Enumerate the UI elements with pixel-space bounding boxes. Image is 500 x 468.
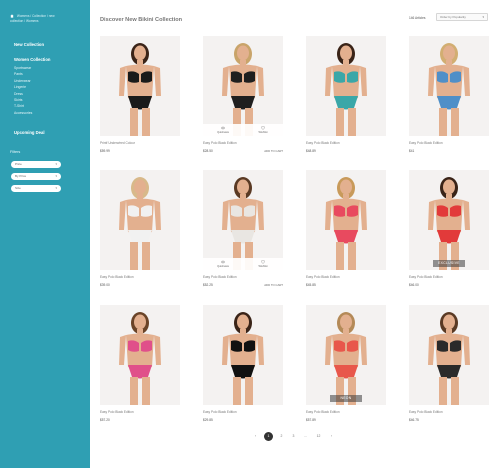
sort-select[interactable]: Order by Popularity ▾ (436, 13, 488, 21)
article-count: 146 Articles (409, 16, 426, 20)
breadcrumb: Womens / Collection / new collection / W… (10, 14, 55, 24)
product-image[interactable] (409, 305, 489, 405)
chevron-down-icon: ▾ (55, 186, 57, 190)
product-actions: Quickview Wishlist (203, 124, 283, 136)
product-price: $39.00 (100, 283, 110, 287)
product-badge: EXCLUSIVE (433, 260, 465, 267)
product-name[interactable]: Easy Polo Black Edition (100, 275, 134, 279)
nav-upcoming-deal[interactable]: Upcoming Deal (14, 130, 44, 135)
filter-price[interactable]: Price ▾ (11, 161, 61, 168)
product-image[interactable] (306, 36, 386, 136)
product-badge: NEON (330, 395, 362, 402)
home-icon[interactable] (10, 14, 14, 18)
product-image[interactable] (203, 305, 283, 405)
product-image[interactable] (100, 36, 180, 136)
chevron-down-icon: ▾ (55, 174, 57, 178)
chevron-down-icon: ▾ (55, 162, 57, 166)
breadcrumb-item[interactable]: new (49, 14, 55, 18)
filter-size[interactable]: Size ▾ (11, 185, 61, 192)
breadcrumb-item[interactable]: collection (10, 19, 23, 23)
product-image[interactable] (306, 170, 386, 270)
product-price: $41 (409, 149, 415, 153)
product-image[interactable] (203, 36, 283, 136)
eye-icon (221, 260, 225, 264)
filters-title: Filters (10, 150, 21, 154)
sidebar: Womens / Collection / new collection / W… (0, 0, 90, 468)
product-price: $46.75 (409, 418, 419, 422)
product-name[interactable]: Easy Polo Black Edition (306, 275, 340, 279)
add-to-cart-button[interactable]: ADD TO CART (264, 149, 283, 153)
prev-page-button[interactable]: ‹ (251, 432, 260, 441)
product-image[interactable] (409, 170, 489, 270)
add-to-cart-button[interactable]: ADD TO CART (264, 283, 283, 287)
product-name[interactable]: Easy Polo Black Edition (409, 410, 443, 414)
product-image[interactable] (409, 36, 489, 136)
product-name[interactable]: Easy Polo Black Edition (409, 141, 443, 145)
product-price: $28.50 (203, 149, 213, 153)
nav-women-collection[interactable]: Women Collection (14, 57, 84, 62)
product-image[interactable] (306, 305, 386, 405)
product-price: $45.85 (306, 283, 316, 287)
breadcrumb-item[interactable]: Womens (17, 14, 30, 18)
page-button[interactable]: 3 (289, 432, 298, 441)
page-title: Discover New Bikini Collection (100, 17, 183, 23)
product-price: $48.89 (306, 149, 316, 153)
page-button[interactable]: 1 (264, 432, 273, 441)
filter-by-price[interactable]: By Price ▾ (11, 173, 61, 180)
breadcrumb-item[interactable]: Womens (26, 19, 39, 23)
page-button[interactable]: 12 (314, 432, 323, 441)
product-actions: Quickview Wishlist (203, 258, 283, 270)
product-price: $57.20 (100, 418, 110, 422)
filter-label: Price (15, 162, 22, 166)
page-ellipsis: ... (304, 434, 307, 438)
subcategory-list: Sportswear Pants Underwear Lingerie Dres… (14, 65, 84, 116)
chevron-down-icon: ▾ (482, 15, 484, 19)
wishlist-button[interactable]: Wishlist (243, 124, 283, 136)
quickview-label: Quickview (217, 265, 229, 268)
nav-new-collection[interactable]: New Collection (14, 42, 84, 47)
product-price: $29.85 (203, 418, 213, 422)
wishlist-button[interactable]: Wishlist (243, 258, 283, 270)
filter-label: Size (15, 186, 21, 190)
breadcrumb-item[interactable]: Collection (32, 14, 46, 18)
product-name[interactable]: Easy Polo Black Edition (203, 275, 237, 279)
category-nav: New Collection Women Collection Sportswe… (14, 42, 84, 135)
product-name[interactable]: Easy Polo Black Edition (203, 141, 237, 145)
product-price: $57.89 (306, 418, 316, 422)
quickview-button[interactable]: Quickview (203, 258, 243, 270)
product-image[interactable] (100, 305, 180, 405)
heart-icon (261, 260, 265, 264)
wishlist-label: Wishlist (258, 265, 268, 268)
product-name[interactable]: Easy Polo Black Edition (409, 275, 443, 279)
product-image[interactable] (203, 170, 283, 270)
eye-icon (221, 126, 225, 130)
quickview-button[interactable]: Quickview (203, 124, 243, 136)
next-page-button[interactable]: › (327, 432, 336, 441)
product-price: $46.00 (409, 283, 419, 287)
quickview-label: Quickview (217, 131, 229, 134)
product-price: $52.25 (203, 283, 213, 287)
product-price: $59.99 (100, 149, 110, 153)
product-name[interactable]: Easy Polo Black Edition (100, 410, 134, 414)
product-name[interactable]: Easy Polo Black Edition (306, 410, 340, 414)
filter-label: By Price (15, 174, 27, 178)
product-image[interactable] (100, 170, 180, 270)
product-name[interactable]: Printf Underwired Colour (100, 141, 135, 145)
wishlist-label: Wishlist (258, 131, 268, 134)
page-button[interactable]: 2 (277, 432, 286, 441)
sort-label: Order by Popularity (440, 15, 466, 19)
heart-icon (261, 126, 265, 130)
product-name[interactable]: Easy Polo Black Edition (306, 141, 340, 145)
subcategory-item[interactable]: Accessories (14, 110, 84, 116)
product-name[interactable]: Easy Polo Black Edition (203, 410, 237, 414)
